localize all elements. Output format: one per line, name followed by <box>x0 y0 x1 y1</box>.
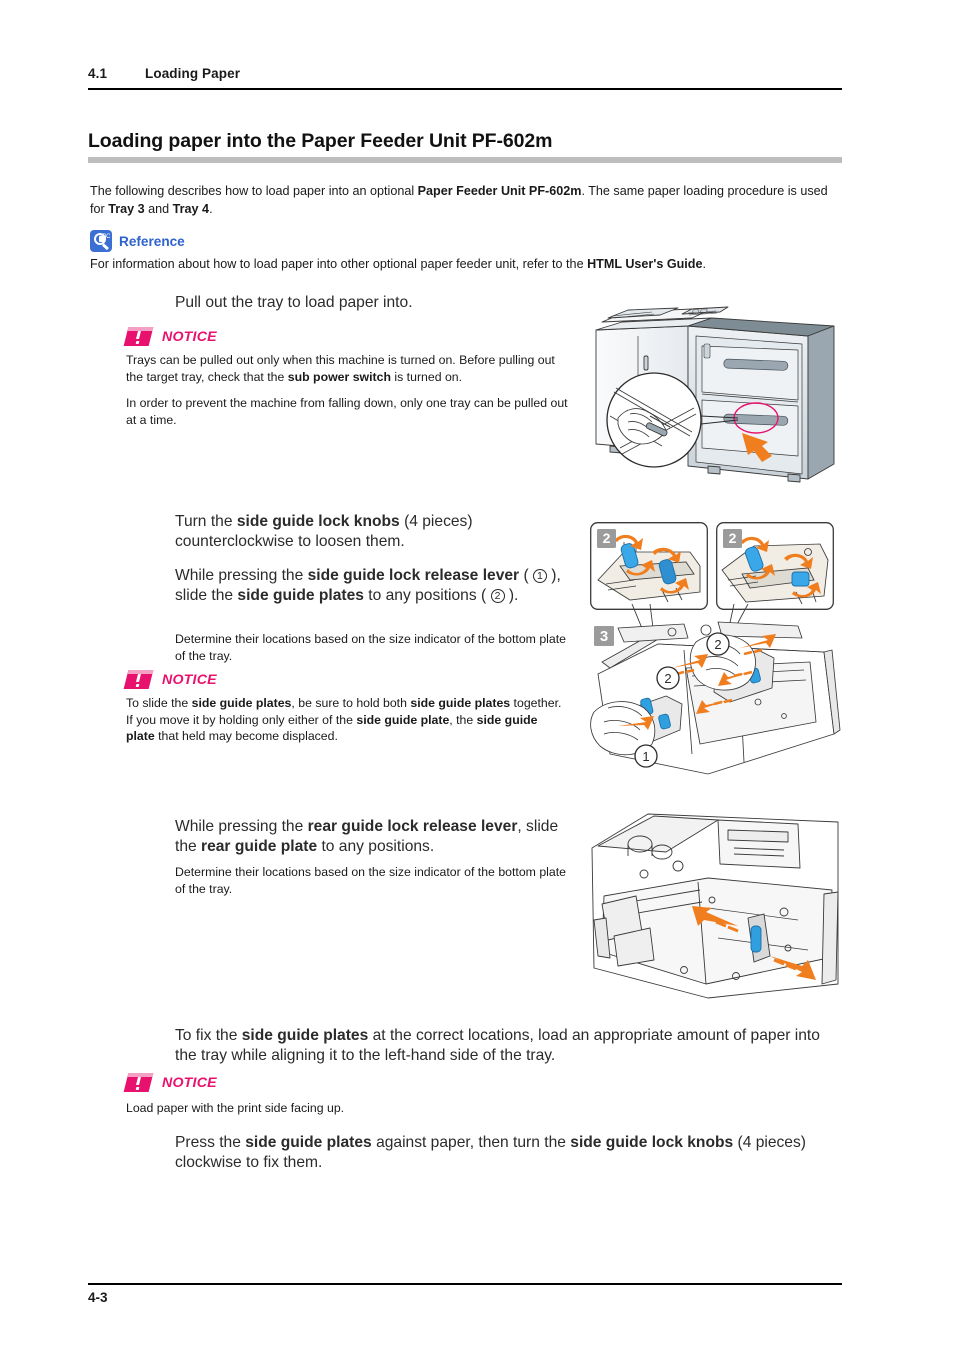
notice-warning-icon <box>123 670 154 689</box>
step-1-notice-heading: NOTICE <box>123 327 217 346</box>
reference-body: For information about how to load paper … <box>90 256 842 274</box>
tray-callout-2b: 2 <box>714 637 721 652</box>
step-2-notice-heading: NOTICE <box>123 670 217 689</box>
step-4-text: To fix the side guide plates at the corr… <box>175 1026 842 1066</box>
notice-bold-1: sub power switch <box>287 369 391 384</box>
step-5-text-1: Press the <box>175 1134 246 1151</box>
notice-paragraph: To slide the side guide plates, be sure … <box>126 695 569 745</box>
tray-side-guide-plates-illustration: 1 2 2 3 <box>588 604 842 786</box>
running-head-section-title: Loading Paper <box>145 66 241 81</box>
step-4-text-1: To fix the <box>175 1027 242 1044</box>
intro-paragraph: The following describes how to load pape… <box>90 183 840 218</box>
step-2a-bold-1: side guide lock knobs <box>236 513 400 530</box>
step-1-text: Pull out the tray to load paper into. <box>175 294 413 311</box>
tray-callout-1: 1 <box>642 749 649 764</box>
step-5-bold-2: side guide lock knobs <box>570 1134 734 1151</box>
notice-label: NOTICE <box>162 1074 217 1091</box>
side-guide-knob-detail-left: 2 <box>590 522 708 610</box>
step-3-bold-2: rear guide plate <box>201 838 318 855</box>
step-2b-text-4: to any positions ( <box>363 587 491 604</box>
notice-bold-2: side guide plates <box>410 696 511 710</box>
step-2b-text-2: ( <box>519 567 533 584</box>
step-4-notice-heading: NOTICE <box>123 1073 217 1092</box>
knob-detail-right-label: 2 <box>729 530 737 546</box>
step-2-text-b: While pressing the side guide lock relea… <box>175 566 570 606</box>
callout-number-1: 1 <box>532 569 547 583</box>
page-folio: 4-3 <box>88 1290 108 1305</box>
running-head: 4.1 Loading Paper <box>88 66 842 81</box>
magnifier-abc-icon: ABC <box>90 230 112 252</box>
step-2a-text-1: Turn the <box>175 513 237 530</box>
notice-paragraph: Load paper with the print side facing up… <box>126 1101 345 1115</box>
reference-body-bold: HTML User's Guide <box>587 257 703 271</box>
paper-feeder-machine-illustration <box>592 296 842 486</box>
document-page: 4.1 Loading Paper Loading paper into the … <box>0 0 954 1351</box>
step-5-text: Press the side guide plates against pape… <box>175 1133 842 1173</box>
intro-text-4: . <box>209 201 213 216</box>
rear-guide-plate-illustration <box>588 808 842 1002</box>
intro-bold-3: Tray 4 <box>172 201 210 216</box>
step-2-subtext: Determine their locations based on the s… <box>175 632 566 663</box>
notice-paragraph: In order to prevent the machine from fal… <box>126 395 569 428</box>
step-3-subtext: Determine their locations based on the s… <box>175 865 566 896</box>
step-1-notice-body: Trays can be pulled out only when this m… <box>126 352 569 428</box>
step-3-bold-1: rear guide lock release lever <box>307 818 518 835</box>
reference-body-text-1: For information about how to load paper … <box>90 257 588 271</box>
reference-heading: ABC Reference <box>90 230 185 252</box>
step-2b-bold-1: side guide lock release lever <box>307 567 520 584</box>
tray-callout-2a: 2 <box>664 671 671 686</box>
notice-text-2: is turned on. <box>390 369 463 384</box>
notice-text-1: To slide the <box>126 696 192 710</box>
notice-label: NOTICE <box>162 328 217 345</box>
step-2-text-a: Turn the side guide lock knobs (4 pieces… <box>175 512 570 552</box>
step-2b-bold-2: side guide plates <box>237 587 364 604</box>
step-4-notice-body: Load paper with the print side facing up… <box>126 1100 842 1117</box>
intro-bold-2: Tray 3 <box>108 201 145 216</box>
header-rule <box>88 88 842 90</box>
notice-label: NOTICE <box>162 671 217 688</box>
page-title-bar <box>88 157 842 163</box>
footer-rule <box>88 1283 842 1285</box>
side-guide-knob-detail-right: 2 <box>716 522 834 610</box>
callout-number-2: 2 <box>490 589 505 603</box>
intro-bold-1: Paper Feeder Unit PF-602m <box>417 184 582 198</box>
knob-detail-left-label: 2 <box>603 530 611 546</box>
step-2b-text-5: ). <box>504 587 519 604</box>
step-5-bold-1: side guide plates <box>245 1134 372 1151</box>
running-head-section-number: 4.1 <box>88 66 108 81</box>
notice-text-4: , the <box>449 712 477 727</box>
step-2-notice-body: To slide the side guide plates, be sure … <box>126 695 569 745</box>
intro-text-3: and <box>144 201 173 216</box>
notice-bold-1: side guide plates <box>191 696 292 710</box>
notice-bold-3: side guide plate <box>356 712 450 727</box>
intro-text-1: The following describes how to load pape… <box>90 184 418 198</box>
notice-text-2: , be sure to hold both <box>291 696 411 710</box>
step-5-text-2: against paper, then turn the <box>371 1134 571 1151</box>
step-3-text-3: to any positions. <box>317 838 435 855</box>
tray-overview-label: 3 <box>600 628 608 645</box>
page-title: Loading paper into the Paper Feeder Unit… <box>88 130 553 152</box>
reference-label: Reference <box>119 233 185 249</box>
notice-warning-icon <box>123 1073 154 1092</box>
step-4-bold-1: side guide plates <box>241 1027 369 1044</box>
step-2b-text-1: While pressing the <box>175 567 308 584</box>
notice-warning-icon <box>123 327 154 346</box>
notice-text-3: In order to prevent the machine from fal… <box>126 396 568 427</box>
notice-paragraph: Trays can be pulled out only when this m… <box>126 352 569 385</box>
notice-text-5: that held may become displaced. <box>154 729 338 744</box>
reference-body-text-2: . <box>702 257 707 271</box>
step-3-text: While pressing the rear guide lock relea… <box>175 817 570 857</box>
step-3-text-1: While pressing the <box>175 818 308 835</box>
